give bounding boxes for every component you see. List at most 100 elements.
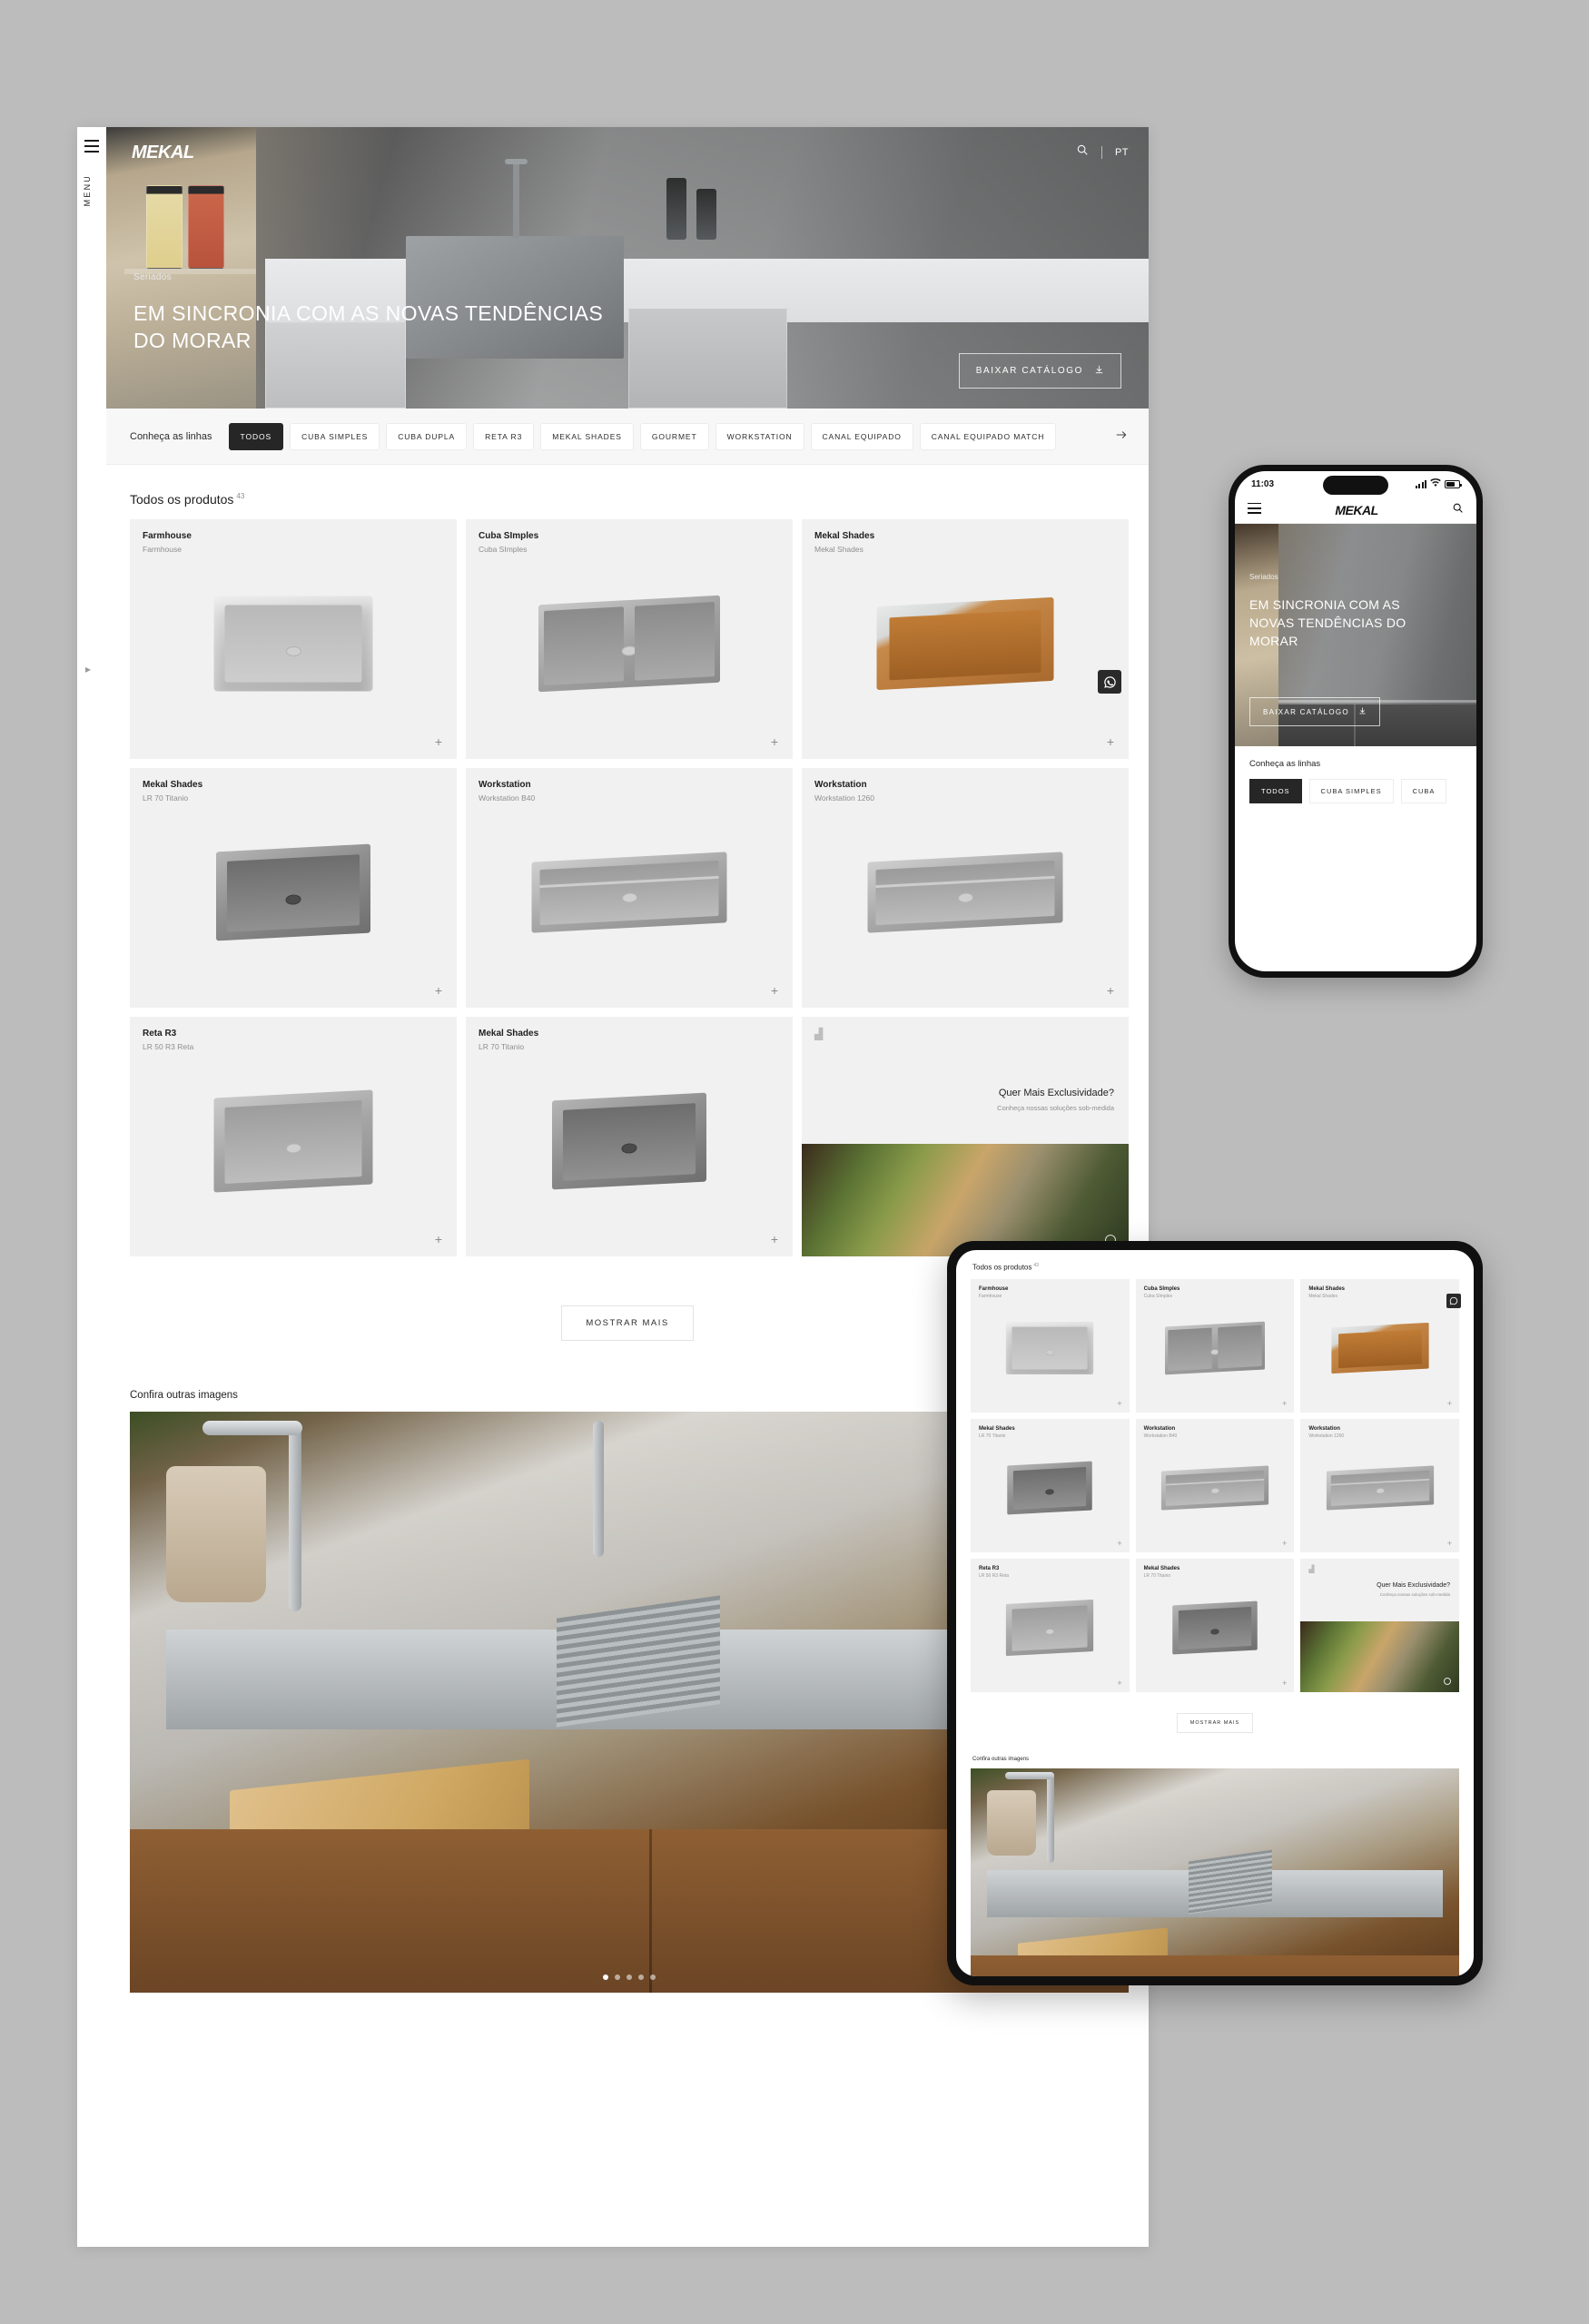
filter-chip-todos[interactable]: TODOS [228,422,284,450]
tablet-products-heading: Todos os produtos 43 [956,1250,1474,1279]
filter-chip-canal-equipado[interactable]: CANAL EQUIPADO [810,422,913,450]
tablet-show-more-wrap: MOSTRAR MAIS [956,1692,1474,1733]
filter-chip-cuba-simples[interactable]: CUBA SIMPLES [290,422,380,450]
plus-icon[interactable]: + [432,1233,445,1246]
plus-icon[interactable]: + [1117,1539,1121,1547]
menu-rail[interactable]: MENU ▸ [77,127,106,2247]
plus-icon[interactable]: + [1282,1679,1287,1687]
tablet-show-more-button[interactable]: MOSTRAR MAIS [1176,1712,1254,1733]
product-line: Reta R3 [979,1565,1000,1571]
phone-filter-chip-cuba[interactable]: CUBA [1400,779,1447,803]
tablet-product-card[interactable]: Reta R3 LR 50 R3 Reta + [971,1558,1130,1692]
product-card[interactable]: Reta R3 LR 50 R3 Reta + [130,1017,457,1256]
tablet-product-card[interactable]: Mekal Shades Mekal Shades + [1300,1278,1459,1413]
product-card[interactable]: Workstation Workstation 1260 + [802,768,1129,1008]
quote-icon: ▟ [1308,1564,1315,1573]
plus-icon[interactable]: + [1117,1679,1121,1687]
product-line: Farmhouse [143,531,192,541]
tablet-product-card[interactable]: Mekal Shades LR 70 Titanio + [971,1418,1130,1552]
carousel-dot[interactable] [638,1974,644,1980]
filter-chip-workstation[interactable]: WORKSTATION [715,422,804,450]
product-card[interactable]: Cuba SImples Cuba SImples + [466,519,793,759]
tablet-whatsapp-button[interactable] [1446,1294,1461,1308]
plus-icon[interactable]: + [432,984,445,998]
side-arrow-icon[interactable]: ▸ [85,663,91,675]
promo-subtitle: Conheça nossas soluções sob-medida [997,1104,1114,1112]
brand-logo[interactable]: MEKAL [132,143,194,163]
brand-logo[interactable]: MEKAL [1335,503,1378,517]
filter-chip-gourmet[interactable]: GOURMET [639,422,709,450]
hero-bottle [666,178,686,240]
product-card[interactable]: Farmhouse Farmhouse + [130,519,457,759]
plus-icon[interactable]: + [1282,1399,1287,1407]
product-line: Cuba SImples [1143,1285,1180,1292]
product-model: LR 50 R3 Reta [143,1042,194,1051]
product-card[interactable]: Mekal Shades LR 70 Titanio + [130,768,457,1008]
product-line: Workstation [1143,1425,1176,1432]
arrow-right-icon[interactable] [1114,428,1129,444]
promo-image [1300,1620,1459,1692]
language-selector[interactable]: PT [1115,147,1129,158]
carousel-dot[interactable] [627,1974,632,1980]
phone-hero-category: Seriados [1249,573,1278,581]
filter-label: Conheça as linhas [130,430,212,442]
product-card[interactable]: Mekal Shades Mekal Shades + [802,519,1129,759]
carousel-dot[interactable] [603,1974,608,1980]
plus-icon[interactable]: + [432,735,445,749]
carousel-dot[interactable] [615,1974,620,1980]
phone-download-catalog-button[interactable]: BAIXAR CATÁLOGO [1249,697,1380,726]
plus-icon[interactable]: + [768,735,781,749]
product-model: LR 70 Titanio [979,1433,1006,1439]
filter-chip-reta-r3[interactable]: RETA R3 [473,422,535,450]
product-card[interactable]: Mekal Shades LR 70 Titanio + [466,1017,793,1256]
tablet-product-card[interactable]: Workstation Workstation 1260 + [1300,1418,1459,1552]
plus-icon[interactable]: + [1282,1539,1287,1547]
product-image [1164,1321,1265,1375]
promo-card[interactable]: ▟ Quer Mais Exclusividade? Conheça nossa… [802,1017,1129,1256]
product-image [216,843,370,941]
divider [1100,145,1102,159]
show-more-button[interactable]: MOSTRAR MAIS [561,1305,694,1341]
carousel-dots[interactable] [603,1974,656,1980]
phone-download-catalog-label: BAIXAR CATÁLOGO [1263,707,1349,716]
product-line: Mekal Shades [1143,1565,1180,1571]
filter-chip-mekal-shades[interactable]: MEKAL SHADES [540,422,634,450]
battery-icon [1445,479,1462,488]
hamburger-icon[interactable] [1248,502,1261,517]
hamburger-icon[interactable] [84,140,99,156]
download-catalog-button[interactable]: BAIXAR CATÁLOGO [958,353,1121,389]
plus-icon[interactable]: + [768,1233,781,1246]
tablet-product-card[interactable]: Mekal Shades LR 70 Titanio + [1135,1558,1295,1692]
promo-title: Quer Mais Exclusividade? [1377,1581,1450,1589]
plus-icon[interactable]: + [1104,735,1117,749]
menu-label: MENU [83,174,92,207]
plus-icon[interactable]: + [1447,1399,1452,1407]
product-model: LR 50 R3 Reta [979,1572,1010,1579]
plus-icon[interactable]: + [1104,984,1117,998]
phone-filter-chip-todos[interactable]: TODOS [1249,779,1302,803]
plus-icon[interactable]: + [768,984,781,998]
tablet-product-card[interactable]: Farmhouse Farmhouse + [971,1278,1130,1413]
promo-arrow-icon[interactable] [1444,1677,1451,1685]
phone-filter-chip-cuba-simples[interactable]: CUBA SIMPLES [1308,779,1394,803]
product-image [1326,1465,1434,1511]
product-image [1007,1461,1093,1515]
plus-icon[interactable]: + [1117,1399,1121,1407]
product-image [538,596,720,693]
carousel-dot[interactable] [650,1974,656,1980]
tablet-product-card[interactable]: Workstation Workstation B40 + [1135,1418,1295,1552]
tablet-product-card[interactable]: Cuba SImples Cuba SImples + [1135,1278,1295,1413]
filter-chip-cuba-dupla[interactable]: CUBA DUPLA [386,422,468,450]
plus-icon[interactable]: + [1447,1539,1452,1547]
filter-chip-canal-equipado-match[interactable]: CANAL EQUIPADO MATCH [919,422,1057,450]
tablet-gallery-image[interactable] [971,1768,1459,1976]
product-card[interactable]: Workstation Workstation B40 + [466,768,793,1008]
line-filter-bar: Conheça as linhas TODOS CUBA SIMPLES CUB… [106,409,1149,465]
product-model: LR 70 Titanio [1143,1572,1171,1579]
search-icon[interactable] [1076,143,1089,161]
tablet-promo-card[interactable]: ▟ Quer Mais Exclusividade? Conheça nossa… [1300,1558,1459,1692]
cellular-icon [1415,479,1426,488]
gallery-vase [166,1466,266,1602]
search-icon[interactable] [1452,502,1464,518]
whatsapp-button[interactable] [1098,670,1121,694]
